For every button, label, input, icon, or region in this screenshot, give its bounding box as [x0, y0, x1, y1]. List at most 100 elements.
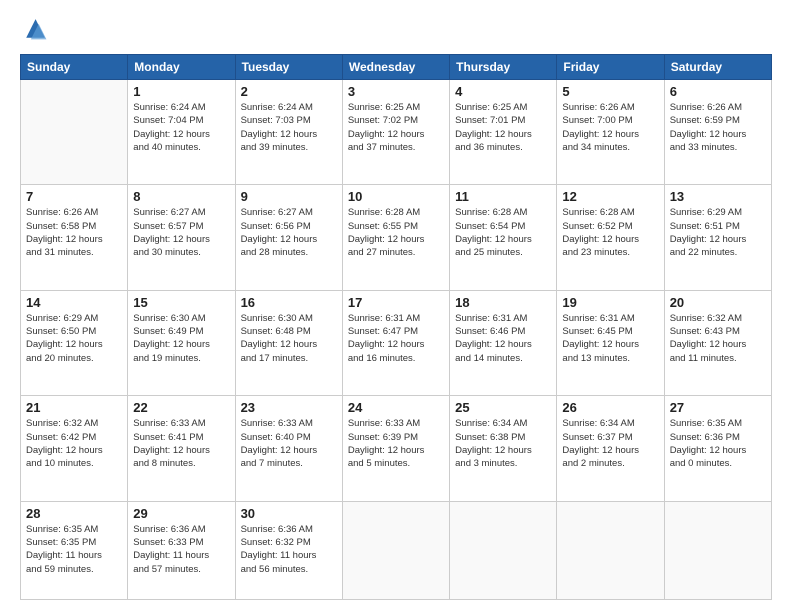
day-info: Sunrise: 6:36 AM Sunset: 6:32 PM Dayligh… [241, 523, 337, 576]
day-number: 21 [26, 400, 122, 415]
day-info: Sunrise: 6:28 AM Sunset: 6:52 PM Dayligh… [562, 206, 658, 259]
day-number: 29 [133, 506, 229, 521]
day-info: Sunrise: 6:31 AM Sunset: 6:46 PM Dayligh… [455, 312, 551, 365]
calendar-cell: 26 Sunrise: 6:34 AM Sunset: 6:37 PM Dayli… [557, 396, 664, 501]
day-number: 24 [348, 400, 444, 415]
day-number: 17 [348, 295, 444, 310]
calendar-cell: 13 Sunrise: 6:29 AM Sunset: 6:51 PM Dayli… [664, 185, 771, 290]
day-number: 2 [241, 84, 337, 99]
calendar-cell: 21 Sunrise: 6:32 AM Sunset: 6:42 PM Dayli… [21, 396, 128, 501]
day-info: Sunrise: 6:30 AM Sunset: 6:48 PM Dayligh… [241, 312, 337, 365]
calendar-cell: 17 Sunrise: 6:31 AM Sunset: 6:47 PM Dayli… [342, 290, 449, 395]
calendar: SundayMondayTuesdayWednesdayThursdayFrid… [20, 54, 772, 600]
day-info: Sunrise: 6:26 AM Sunset: 6:58 PM Dayligh… [26, 206, 122, 259]
day-info: Sunrise: 6:26 AM Sunset: 6:59 PM Dayligh… [670, 101, 766, 154]
calendar-cell: 6 Sunrise: 6:26 AM Sunset: 6:59 PM Daylig… [664, 80, 771, 185]
day-header-thursday: Thursday [450, 55, 557, 80]
calendar-cell: 1 Sunrise: 6:24 AM Sunset: 7:04 PM Daylig… [128, 80, 235, 185]
day-number: 27 [670, 400, 766, 415]
calendar-cell: 7 Sunrise: 6:26 AM Sunset: 6:58 PM Daylig… [21, 185, 128, 290]
calendar-cell: 16Sunrise: 6:30 AM Sunset: 6:48 PM Dayli… [235, 290, 342, 395]
calendar-cell: 10 Sunrise: 6:28 AM Sunset: 6:55 PM Dayli… [342, 185, 449, 290]
day-number: 9 [241, 189, 337, 204]
day-number: 10 [348, 189, 444, 204]
calendar-cell: 19 Sunrise: 6:31 AM Sunset: 6:45 PM Dayli… [557, 290, 664, 395]
week-row-1: 1 Sunrise: 6:24 AM Sunset: 7:04 PM Daylig… [21, 80, 772, 185]
calendar-cell [557, 501, 664, 599]
day-info: Sunrise: 6:24 AM Sunset: 7:04 PM Dayligh… [133, 101, 229, 154]
day-number: 19 [562, 295, 658, 310]
calendar-cell: 29 Sunrise: 6:36 AM Sunset: 6:33 PM Dayli… [128, 501, 235, 599]
day-info: Sunrise: 6:36 AM Sunset: 6:33 PM Dayligh… [133, 523, 229, 576]
day-header-tuesday: Tuesday [235, 55, 342, 80]
calendar-cell: 24 Sunrise: 6:33 AM Sunset: 6:39 PM Dayli… [342, 396, 449, 501]
day-info: Sunrise: 6:33 AM Sunset: 6:39 PM Dayligh… [348, 417, 444, 470]
day-info: Sunrise: 6:29 AM Sunset: 6:50 PM Dayligh… [26, 312, 122, 365]
week-row-2: 7 Sunrise: 6:26 AM Sunset: 6:58 PM Daylig… [21, 185, 772, 290]
day-number: 28 [26, 506, 122, 521]
day-info: Sunrise: 6:25 AM Sunset: 7:02 PM Dayligh… [348, 101, 444, 154]
day-header-wednesday: Wednesday [342, 55, 449, 80]
calendar-cell: 2 Sunrise: 6:24 AM Sunset: 7:03 PM Daylig… [235, 80, 342, 185]
calendar-cell [342, 501, 449, 599]
day-number: 18 [455, 295, 551, 310]
day-info: Sunrise: 6:31 AM Sunset: 6:45 PM Dayligh… [562, 312, 658, 365]
day-info: Sunrise: 6:27 AM Sunset: 6:57 PM Dayligh… [133, 206, 229, 259]
logo [20, 16, 52, 44]
day-number: 25 [455, 400, 551, 415]
day-number: 14 [26, 295, 122, 310]
calendar-cell [664, 501, 771, 599]
day-number: 26 [562, 400, 658, 415]
calendar-cell: 14 Sunrise: 6:29 AM Sunset: 6:50 PM Dayli… [21, 290, 128, 395]
day-number: 30 [241, 506, 337, 521]
week-row-5: 28 Sunrise: 6:35 AM Sunset: 6:35 PM Dayli… [21, 501, 772, 599]
day-info: Sunrise: 6:24 AM Sunset: 7:03 PM Dayligh… [241, 101, 337, 154]
logo-icon [20, 16, 48, 44]
day-info: Sunrise: 6:33 AM Sunset: 6:40 PM Dayligh… [241, 417, 337, 470]
day-number: 23 [241, 400, 337, 415]
day-info: Sunrise: 6:35 AM Sunset: 6:36 PM Dayligh… [670, 417, 766, 470]
day-info: Sunrise: 6:31 AM Sunset: 6:47 PM Dayligh… [348, 312, 444, 365]
calendar-cell: 23 Sunrise: 6:33 AM Sunset: 6:40 PM Dayli… [235, 396, 342, 501]
calendar-cell: 12 Sunrise: 6:28 AM Sunset: 6:52 PM Dayli… [557, 185, 664, 290]
day-header-friday: Friday [557, 55, 664, 80]
day-info: Sunrise: 6:34 AM Sunset: 6:38 PM Dayligh… [455, 417, 551, 470]
day-number: 12 [562, 189, 658, 204]
day-number: 15 [133, 295, 229, 310]
week-row-3: 14 Sunrise: 6:29 AM Sunset: 6:50 PM Dayli… [21, 290, 772, 395]
day-info: Sunrise: 6:28 AM Sunset: 6:55 PM Dayligh… [348, 206, 444, 259]
calendar-cell: 25 Sunrise: 6:34 AM Sunset: 6:38 PM Dayli… [450, 396, 557, 501]
day-info: Sunrise: 6:30 AM Sunset: 6:49 PM Dayligh… [133, 312, 229, 365]
day-number: 22 [133, 400, 229, 415]
day-info: Sunrise: 6:27 AM Sunset: 6:56 PM Dayligh… [241, 206, 337, 259]
day-header-monday: Monday [128, 55, 235, 80]
day-number: 4 [455, 84, 551, 99]
day-header-saturday: Saturday [664, 55, 771, 80]
day-info: Sunrise: 6:25 AM Sunset: 7:01 PM Dayligh… [455, 101, 551, 154]
day-number: 13 [670, 189, 766, 204]
calendar-cell: 8Sunrise: 6:27 AM Sunset: 6:57 PM Daylig… [128, 185, 235, 290]
day-number: 5 [562, 84, 658, 99]
calendar-cell: 18 Sunrise: 6:31 AM Sunset: 6:46 PM Dayli… [450, 290, 557, 395]
header [20, 16, 772, 44]
calendar-cell: 27 Sunrise: 6:35 AM Sunset: 6:36 PM Dayli… [664, 396, 771, 501]
calendar-cell: 5Sunrise: 6:26 AM Sunset: 7:00 PM Daylig… [557, 80, 664, 185]
day-info: Sunrise: 6:32 AM Sunset: 6:42 PM Dayligh… [26, 417, 122, 470]
calendar-cell: 4 Sunrise: 6:25 AM Sunset: 7:01 PM Daylig… [450, 80, 557, 185]
day-header-sunday: Sunday [21, 55, 128, 80]
calendar-cell: 28 Sunrise: 6:35 AM Sunset: 6:35 PM Dayli… [21, 501, 128, 599]
calendar-cell: 22Sunrise: 6:33 AM Sunset: 6:41 PM Dayli… [128, 396, 235, 501]
day-info: Sunrise: 6:29 AM Sunset: 6:51 PM Dayligh… [670, 206, 766, 259]
calendar-cell: 9 Sunrise: 6:27 AM Sunset: 6:56 PM Daylig… [235, 185, 342, 290]
calendar-cell: 11 Sunrise: 6:28 AM Sunset: 6:54 PM Dayli… [450, 185, 557, 290]
day-info: Sunrise: 6:28 AM Sunset: 6:54 PM Dayligh… [455, 206, 551, 259]
day-number: 7 [26, 189, 122, 204]
day-info: Sunrise: 6:34 AM Sunset: 6:37 PM Dayligh… [562, 417, 658, 470]
calendar-cell: 3Sunrise: 6:25 AM Sunset: 7:02 PM Daylig… [342, 80, 449, 185]
day-number: 1 [133, 84, 229, 99]
day-number: 6 [670, 84, 766, 99]
day-info: Sunrise: 6:35 AM Sunset: 6:35 PM Dayligh… [26, 523, 122, 576]
day-info: Sunrise: 6:32 AM Sunset: 6:43 PM Dayligh… [670, 312, 766, 365]
day-number: 20 [670, 295, 766, 310]
day-number: 11 [455, 189, 551, 204]
